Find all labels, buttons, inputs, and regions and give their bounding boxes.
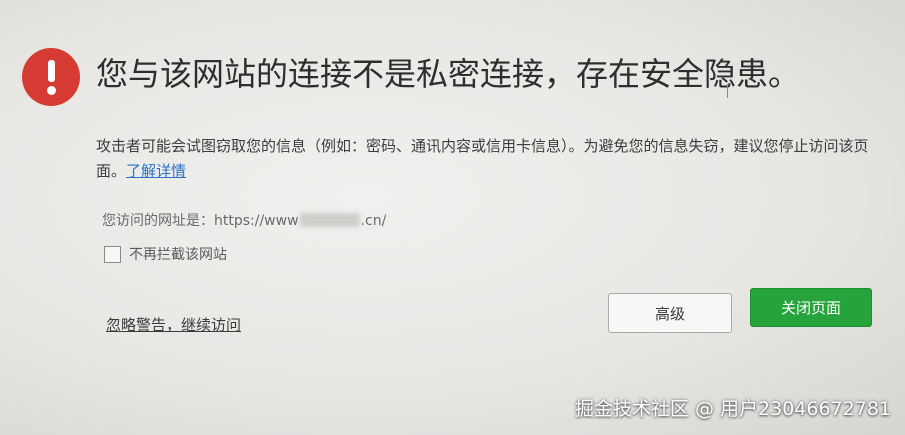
text-cursor-icon [727, 84, 728, 98]
security-warning-page: 您与该网站的连接不是私密连接，存在安全隐患。 攻击者可能会试图窃取您的信息（例如… [0, 0, 905, 435]
visited-url: 您访问的网址是：https://www .cn/ [102, 210, 802, 232]
description-text: 攻击者可能会试图窃取您的信息（例如：密码、通讯内容或信用卡信息）。为避免您的信息… [96, 137, 869, 180]
advanced-button[interactable]: 高级 [608, 293, 732, 333]
dont-block-checkbox[interactable] [104, 245, 121, 263]
url-suffix: .cn/ [360, 213, 387, 229]
close-page-button[interactable]: 关闭页面 [750, 288, 872, 327]
dont-block-option[interactable]: 不再拦截该网站 [104, 243, 227, 265]
url-prefix: 您访问的网址是：https://www [102, 213, 299, 229]
watermark: 掘金技术社区 @ 用户23046672781 [574, 398, 891, 420]
redacted-domain [299, 213, 360, 227]
exclamation-dot [47, 86, 56, 95]
ignore-warning-link[interactable]: 忽略警告，继续访问 [106, 314, 241, 336]
warning-icon [22, 48, 80, 106]
dont-block-label: 不再拦截该网站 [129, 247, 227, 263]
warning-description: 攻击者可能会试图窃取您的信息（例如：密码、通讯内容或信用卡信息）。为避免您的信息… [96, 134, 886, 184]
exclamation-bar [48, 60, 55, 82]
learn-more-link[interactable]: 了解详情 [126, 162, 186, 180]
page-title: 您与该网站的连接不是私密连接，存在安全隐患。 [96, 55, 801, 93]
